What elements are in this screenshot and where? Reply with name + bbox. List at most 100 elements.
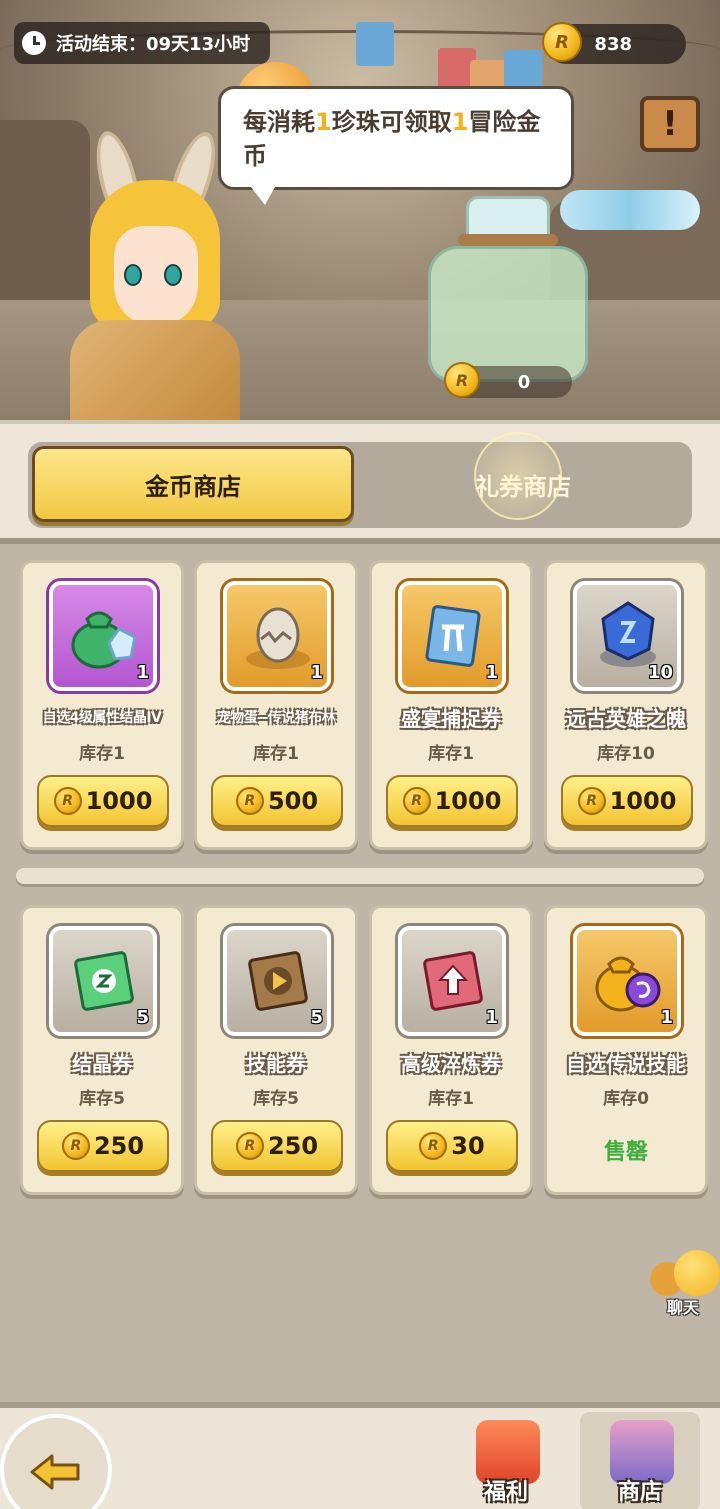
buy-button[interactable]: 1000: [386, 775, 518, 827]
item-icon-frame: 1: [49, 581, 157, 691]
coin-balance: 838: [542, 22, 686, 64]
buy-button[interactable]: 500: [211, 775, 343, 827]
item-price: 250: [93, 1132, 145, 1160]
buy-button[interactable]: 1000: [37, 775, 169, 827]
row-divider: [16, 868, 704, 884]
item-name: 高级淬炼券: [401, 1052, 501, 1076]
chat-label: 聊天: [666, 1298, 699, 1317]
capture-ticket-icon: [418, 599, 488, 671]
exclamation-icon[interactable]: !: [640, 96, 700, 152]
item-count: 5: [310, 1007, 323, 1028]
coin-icon: [235, 1132, 264, 1160]
item-stock: 库存10: [597, 744, 655, 764]
item-icon-frame: 1: [398, 581, 506, 691]
back-arrow-icon: [30, 1454, 80, 1490]
shop-item-card[interactable]: 1 盛宴捕捉券库存1 1000: [369, 560, 533, 850]
item-stock: 库存1: [253, 744, 299, 764]
shop-item-card[interactable]: 1 自选4级属性结晶IV 库存1 1000: [20, 560, 184, 850]
coin-icon: [61, 1132, 90, 1160]
shop-item-card[interactable]: 1 宠物蛋--传说猪布林库存1 500: [194, 560, 358, 850]
speech-bubble: 每消耗1珍珠可领取1冒险金币: [218, 86, 574, 205]
coin-balance-value: 838: [594, 33, 632, 55]
item-name: 远古英雄之魄: [566, 707, 686, 731]
coin-icon: [402, 787, 431, 815]
item-price: 250: [267, 1132, 319, 1160]
shop-item-card[interactable]: 1 自选传说技能库存0 售罄: [544, 905, 708, 1195]
item-price: 1000: [609, 787, 677, 815]
coin-icon: [53, 787, 82, 815]
item-price: 1000: [85, 787, 153, 815]
skill-ticket-icon: [243, 944, 313, 1016]
bottom-nav: 福利 商店: [0, 1402, 720, 1509]
item-icon-frame: 1: [398, 926, 506, 1036]
shop-tabs-area: 金币商店 礼券商店: [0, 420, 720, 538]
nav-welfare[interactable]: 福利: [446, 1412, 566, 1509]
event-timer: 活动结束：09天13小时: [14, 22, 270, 64]
coin-icon: [235, 787, 264, 815]
refine-ticket-icon: [418, 944, 488, 1016]
item-icon-frame: 1: [223, 581, 331, 691]
bubble-text: 每消耗: [243, 108, 315, 136]
item-name: 自选传说技能: [566, 1052, 686, 1076]
crystal-bag-icon: [69, 599, 139, 671]
clock-icon: [22, 31, 46, 55]
smiley-icon: [674, 1250, 720, 1296]
item-price: 1000: [434, 787, 502, 815]
item-stock: 库存1: [428, 1089, 474, 1109]
item-price: 500: [267, 787, 319, 815]
buy-button[interactable]: 250: [37, 1120, 169, 1172]
item-count: 1: [136, 662, 149, 683]
coin-icon: [419, 1132, 448, 1160]
shop-tabs: 金币商店 礼券商店: [28, 442, 692, 528]
coin-icon: [542, 22, 582, 62]
item-stock: 库存5: [253, 1089, 299, 1109]
bubble-number: 1: [315, 108, 332, 136]
shop-item-card[interactable]: 5 结晶券库存5 250: [20, 905, 184, 1195]
jar-coin-count: 0: [444, 362, 572, 398]
item-count: 1: [660, 1007, 673, 1028]
buy-button[interactable]: 30: [386, 1120, 518, 1172]
item-stock: 库存5: [79, 1089, 125, 1109]
sparkle-effect: [474, 432, 562, 520]
buy-button[interactable]: 250: [211, 1120, 343, 1172]
item-name: 盛宴捕捉券: [401, 707, 501, 731]
pearl-jar[interactable]: [428, 196, 588, 382]
bunting-flag: [356, 22, 394, 66]
item-count: 10: [647, 662, 673, 683]
item-stock: 库存1: [79, 744, 125, 764]
item-name: 自选4级属性结晶IV: [42, 710, 162, 726]
item-icon-frame: 1: [573, 926, 681, 1036]
item-icon-frame: 5: [49, 926, 157, 1036]
pet-egg-icon: [243, 599, 313, 671]
item-name: 技能券: [246, 1052, 306, 1076]
item-name: 结晶券: [72, 1052, 132, 1076]
sold-out-label: 售罄: [603, 1140, 648, 1165]
item-stock: 库存1: [428, 744, 474, 764]
item-price: 30: [451, 1132, 485, 1160]
bubble-text: 珍珠可领取: [331, 108, 452, 136]
item-count: 1: [485, 662, 498, 683]
jar-coin-value: 0: [517, 371, 531, 393]
back-button[interactable]: [0, 1414, 112, 1509]
item-count: 1: [310, 662, 323, 683]
item-name: 宠物蛋--传说猪布林: [216, 710, 336, 726]
buy-button[interactable]: 1000: [561, 775, 693, 827]
chat-button[interactable]: 聊天: [646, 1250, 720, 1317]
item-count: 5: [136, 1007, 149, 1028]
legend-skill-bag-icon: [593, 944, 663, 1016]
item-stock: 库存0: [603, 1089, 649, 1109]
coin-icon: [577, 787, 606, 815]
tab-coin-shop[interactable]: 金币商店: [32, 446, 354, 522]
item-count: 1: [485, 1007, 498, 1028]
event-timer-label: 活动结束：09天13小时: [56, 34, 251, 55]
crystal-ticket-icon: [69, 944, 139, 1016]
shop-item-card[interactable]: 5 技能券库存5 250: [194, 905, 358, 1195]
item-icon-frame: 10: [573, 581, 681, 691]
shop-item-card[interactable]: 10 远古英雄之魄库存10 1000: [544, 560, 708, 850]
shop-item-card[interactable]: 1 高级淬炼券库存1 30: [369, 905, 533, 1195]
hero-soul-icon: [593, 599, 663, 671]
item-icon-frame: 5: [223, 926, 331, 1036]
nav-shop[interactable]: 商店: [580, 1412, 700, 1509]
bubble-number: 1: [451, 108, 469, 136]
nav-shop-label: 商店: [617, 1480, 662, 1505]
